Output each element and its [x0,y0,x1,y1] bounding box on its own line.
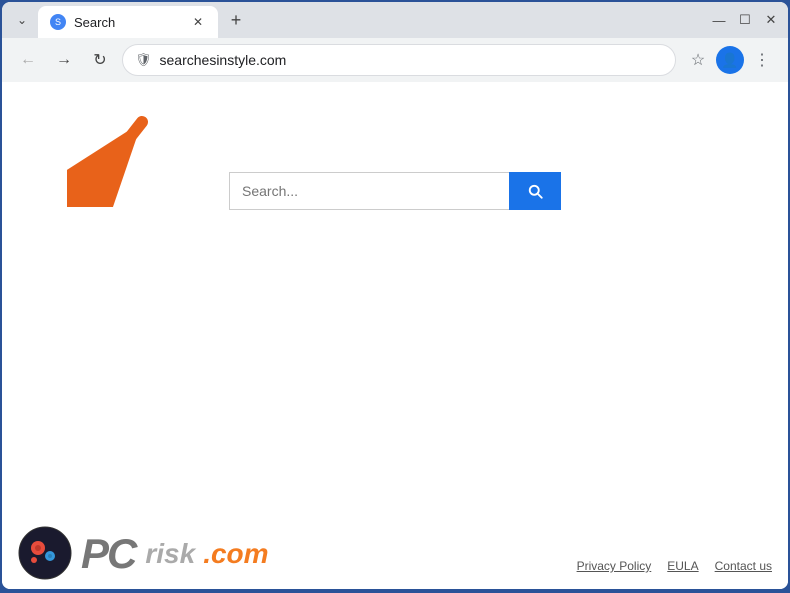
tab-close-button[interactable]: ✕ [190,14,206,30]
brand-com-text: .com [203,538,268,570]
arrow-annotation [67,107,187,207]
tab-title: Search [74,15,182,30]
search-icon [526,182,544,200]
tab-dropdown-button[interactable]: ⌄ [10,8,34,32]
browser-window: ⌄ S Search ✕ + — ☐ ✕ ← → ↻ [2,2,788,589]
pcrisk-logo-icon [18,526,73,581]
tab-favicon: S [50,14,66,30]
profile-icon: 👤 [721,52,738,69]
navigation-bar: ← → ↻ 🛡 searchesinstyle.com ☆ 👤 ⋮ [2,38,788,82]
contact-us-link[interactable]: Contact us [715,559,772,573]
search-button[interactable] [509,172,561,210]
footer-brand: PC risk .com [18,526,269,581]
reload-button[interactable]: ↻ [86,46,114,74]
close-button[interactable]: ✕ [762,11,780,29]
plus-icon: + [231,10,242,31]
page-footer: PC risk .com Privacy Policy EULA Contact… [2,509,788,589]
menu-button[interactable]: ⋮ [748,46,776,74]
footer-links: Privacy Policy EULA Contact us [577,559,772,581]
back-button[interactable]: ← [14,46,42,74]
page-content: PC risk .com Privacy Policy EULA Contact… [2,82,788,589]
menu-icon: ⋮ [754,50,770,70]
title-bar: ⌄ S Search ✕ + — ☐ ✕ [2,2,788,38]
minimize-button[interactable]: — [710,11,728,29]
forward-button[interactable]: → [50,46,78,74]
search-input[interactable] [229,172,509,210]
star-icon: ☆ [691,50,705,70]
security-icon: 🛡 [135,52,152,68]
brand-risk-text: risk [145,538,195,570]
new-tab-button[interactable]: + [222,6,250,34]
window-controls: — ☐ ✕ [710,11,780,29]
chevron-down-icon: ⌄ [17,13,27,27]
eula-link[interactable]: EULA [667,559,698,573]
brand-pc-text: PC [81,530,135,578]
bookmark-button[interactable]: ☆ [684,46,712,74]
active-tab[interactable]: S Search ✕ [38,6,218,38]
search-container [229,172,561,210]
back-icon: ← [20,51,36,69]
address-bar[interactable]: 🛡 searchesinstyle.com [122,44,676,76]
privacy-policy-link[interactable]: Privacy Policy [577,559,652,573]
nav-right-buttons: ☆ 👤 ⋮ [684,46,776,74]
profile-button[interactable]: 👤 [716,46,744,74]
tab-bar-left: ⌄ [10,8,34,32]
address-text: searchesinstyle.com [160,52,663,68]
maximize-button[interactable]: ☐ [736,11,754,29]
reload-icon: ↻ [93,50,106,70]
forward-icon: → [56,51,72,69]
